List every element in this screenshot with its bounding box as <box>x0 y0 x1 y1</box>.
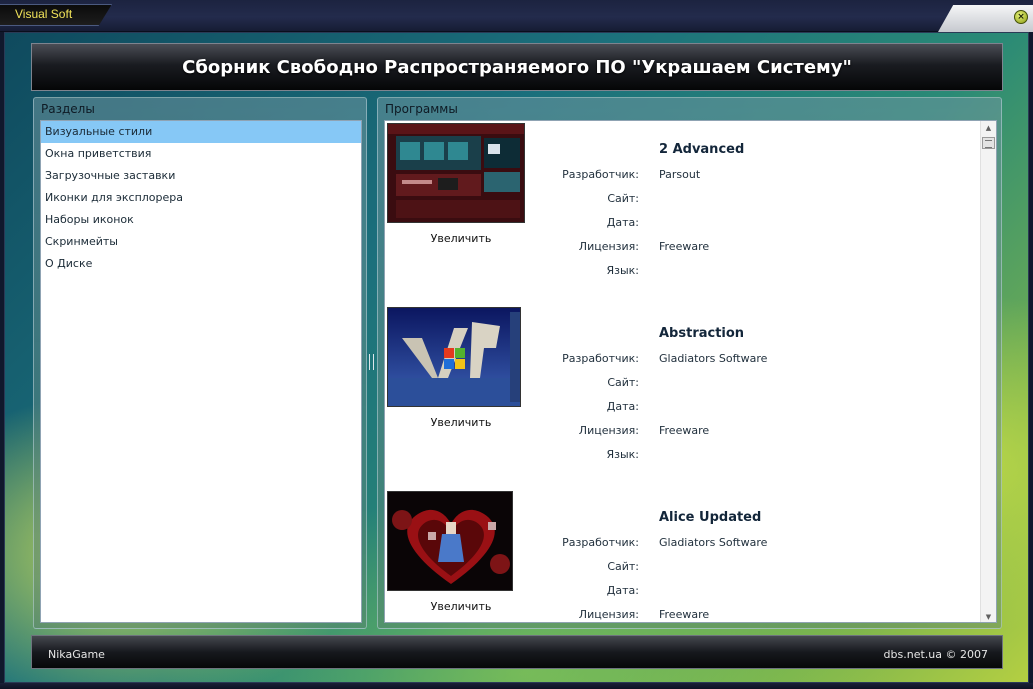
programs-list: Увеличить 2 Advanced Разработчик: Parsou… <box>384 120 997 623</box>
developer-value: Parsout <box>659 168 701 181</box>
zoom-link[interactable]: Увеличить <box>387 232 535 245</box>
window-title: Visual Soft <box>15 7 73 21</box>
window-bottom-edge <box>0 683 1033 689</box>
zoom-link[interactable]: Увеличить <box>387 416 535 429</box>
app-area: Сборник Свободно Распространяемого ПО "У… <box>4 32 1029 683</box>
sections-list: Визуальные стили Окна приветствия Загруз… <box>40 120 362 623</box>
programs-panel: Программы Увеличить 2 Advanced Разработч… <box>377 97 1002 629</box>
program-name: Abstraction <box>659 326 745 341</box>
section-item-explorer-icons[interactable]: Иконки для эксплорера <box>41 187 361 209</box>
window-titlebar: Visual Soft × <box>0 0 1033 32</box>
footer-copyright: dbs.net.ua © 2007 <box>883 648 988 661</box>
panel-splitter[interactable] <box>369 354 374 370</box>
license-value: Freeware <box>659 240 710 253</box>
site-label: Сайт: <box>607 192 639 205</box>
footer-bar: NikaGame dbs.net.ua © 2007 <box>31 635 1003 669</box>
developer-label: Разработчик: <box>562 536 639 549</box>
program-entry: Увеличить Abstraction Разработчик: Gladi… <box>385 305 981 489</box>
scroll-up-icon[interactable]: ▲ <box>981 121 996 135</box>
language-label: Язык: <box>606 448 639 461</box>
programs-scrollbar[interactable]: ▲ ▼ <box>980 121 996 622</box>
license-value: Freeware <box>659 424 710 437</box>
section-item-about-disc[interactable]: О Диске <box>41 253 361 275</box>
section-item-visual-styles[interactable]: Визуальные стили <box>41 121 361 143</box>
zoom-link[interactable]: Увеличить <box>387 600 535 613</box>
scroll-thumb[interactable] <box>982 137 995 149</box>
program-entry: Увеличить Alice Updated Разработчик: Gla… <box>385 489 981 622</box>
license-label: Лицензия: <box>578 608 639 621</box>
license-label: Лицензия: <box>578 240 639 253</box>
developer-label: Разработчик: <box>562 352 639 365</box>
section-item-screenmates[interactable]: Скринмейты <box>41 231 361 253</box>
program-name: 2 Advanced <box>659 142 745 157</box>
program-thumbnail[interactable] <box>387 491 513 591</box>
date-label: Дата: <box>606 216 639 229</box>
program-thumbnail[interactable] <box>387 307 521 407</box>
footer-author: NikaGame <box>48 648 105 661</box>
sections-panel: Разделы Визуальные стили Окна приветстви… <box>33 97 367 629</box>
license-value: Freeware <box>659 608 710 621</box>
header-banner: Сборник Свободно Распространяемого ПО "У… <box>31 43 1003 91</box>
scroll-down-icon[interactable]: ▼ <box>981 610 996 622</box>
program-entry: Увеличить 2 Advanced Разработчик: Parsou… <box>385 121 981 305</box>
date-label: Дата: <box>606 400 639 413</box>
developer-value: Gladiators Software <box>659 352 768 365</box>
site-label: Сайт: <box>607 376 639 389</box>
date-label: Дата: <box>606 584 639 597</box>
program-name: Alice Updated <box>659 510 762 525</box>
language-label: Язык: <box>606 264 639 277</box>
section-item-welcome-screens[interactable]: Окна приветствия <box>41 143 361 165</box>
license-label: Лицензия: <box>578 424 639 437</box>
site-label: Сайт: <box>607 560 639 573</box>
developer-value: Gladiators Software <box>659 536 768 549</box>
close-icon[interactable]: × <box>1014 10 1028 24</box>
programs-header: Программы <box>385 102 458 116</box>
section-item-boot-screens[interactable]: Загрузочные заставки <box>41 165 361 187</box>
program-thumbnail[interactable] <box>387 123 525 223</box>
sections-header: Разделы <box>41 102 95 116</box>
developer-label: Разработчик: <box>562 168 639 181</box>
page-title: Сборник Свободно Распространяемого ПО "У… <box>182 57 852 78</box>
section-item-icon-packs[interactable]: Наборы иконок <box>41 209 361 231</box>
